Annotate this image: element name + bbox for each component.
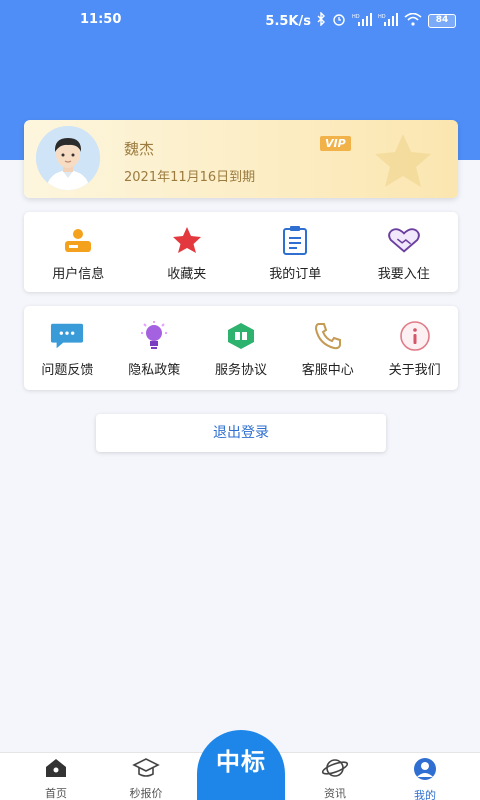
menu-item-label: 我要入住 — [377, 266, 430, 282]
menu-item-label: 隐私政策 — [128, 362, 181, 378]
wifi-icon — [404, 12, 422, 30]
home-icon — [44, 757, 68, 782]
signal-icon-2: HD — [378, 12, 398, 30]
alarm-icon — [332, 12, 346, 30]
graduation-cap-icon — [132, 757, 160, 782]
lightbulb-icon — [137, 319, 171, 353]
chat-bubble-icon — [50, 319, 84, 353]
nav-label: 首页 — [45, 787, 67, 800]
menu-item-my-orders[interactable]: 我的订单 — [241, 212, 350, 292]
nav-quote[interactable]: 秒报价 — [111, 757, 181, 800]
svg-text:HD: HD — [378, 14, 386, 20]
nav-news[interactable]: 资讯 — [300, 757, 370, 800]
user-card-icon — [61, 223, 95, 257]
menu-item-label: 我的订单 — [269, 266, 322, 282]
nav-center-bid-button[interactable]: 中标 — [197, 730, 285, 800]
clipboard-icon — [278, 223, 312, 257]
menu-item-privacy-policy[interactable]: 隐私政策 — [111, 306, 198, 390]
menu-item-label: 服务协议 — [214, 362, 267, 378]
status-bar: 11:50 5.5K/s HD HD 84 — [0, 0, 480, 40]
menu-item-about-us[interactable]: 关于我们 — [371, 306, 458, 390]
vip-expire-date: 2021年11月16日到期 — [124, 170, 256, 185]
menu-item-label: 问题反馈 — [41, 362, 94, 378]
bluetooth-icon — [317, 11, 326, 30]
member-card[interactable]: 魏杰 VIP 2021年11月16日到期 — [24, 120, 458, 198]
status-icons: 5.5K/s HD HD 84 — [265, 11, 456, 30]
nav-home[interactable]: 首页 — [21, 757, 91, 800]
menu-item-user-info[interactable]: 用户信息 — [24, 212, 133, 292]
phone-icon — [311, 319, 345, 353]
nav-label: 资讯 — [324, 787, 346, 800]
network-speed: 5.5K/s — [265, 13, 311, 29]
nav-mine[interactable]: 我的 — [390, 757, 460, 800]
vip-badge: VIP — [320, 136, 351, 151]
menu-item-label: 用户信息 — [52, 266, 105, 282]
nav-label: 秒报价 — [129, 787, 163, 800]
menu-item-favorites[interactable]: 收藏夹 — [133, 212, 242, 292]
svg-text:HD: HD — [352, 14, 360, 20]
menu-item-label: 客服中心 — [301, 362, 354, 378]
status-time: 11:50 — [80, 12, 122, 27]
battery-icon: 84 — [428, 14, 456, 28]
menu-item-label: 收藏夹 — [167, 266, 207, 282]
menu-item-feedback[interactable]: 问题反馈 — [24, 306, 111, 390]
secondary-menu-panel: 问题反馈 隐私政策 服务协议 客服中心 关于我们 — [24, 306, 458, 390]
planet-icon — [321, 757, 349, 782]
primary-menu-panel: 用户信息 收藏夹 我的订单 我要入住 — [24, 212, 458, 292]
user-profile-icon — [413, 757, 437, 784]
menu-item-customer-service[interactable]: 客服中心 — [284, 306, 371, 390]
nav-label: 我的 — [414, 789, 436, 800]
logout-button[interactable]: 退出登录 — [96, 414, 386, 452]
user-name: 魏杰 — [124, 140, 155, 158]
book-icon — [224, 319, 258, 353]
info-icon — [398, 319, 432, 353]
menu-item-label: 关于我们 — [388, 362, 441, 378]
menu-item-check-in[interactable]: 我要入住 — [350, 212, 459, 292]
avatar[interactable] — [36, 126, 100, 190]
handshake-icon — [387, 223, 421, 257]
star-icon — [170, 223, 204, 257]
vip-star-watermark-icon — [368, 130, 438, 194]
signal-icon-1: HD — [352, 12, 372, 30]
menu-item-service-agreement[interactable]: 服务协议 — [198, 306, 285, 390]
